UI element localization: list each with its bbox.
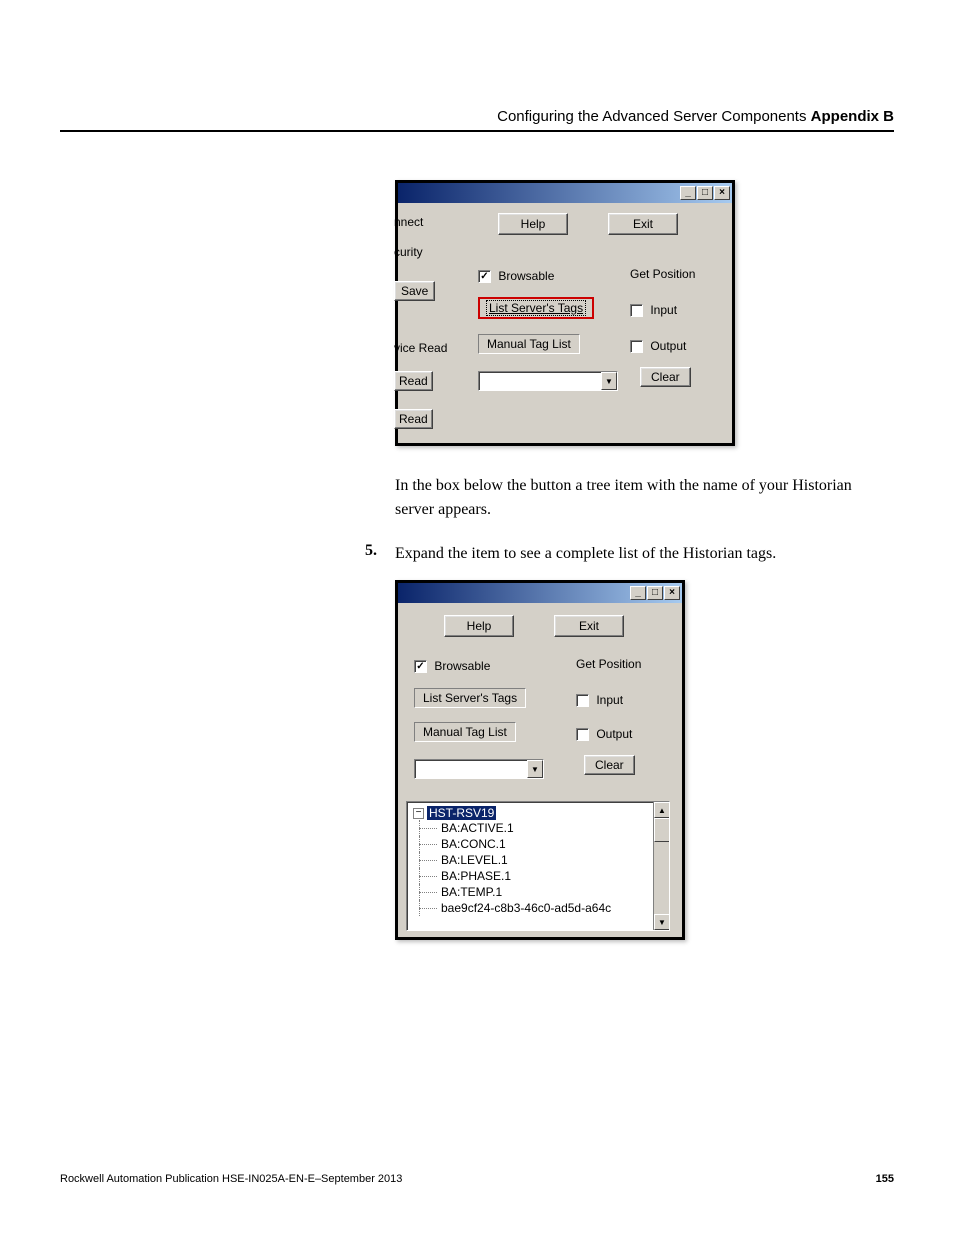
output-label: Output [650, 339, 686, 353]
tree-child[interactable]: BA:LEVEL.1 [409, 852, 667, 868]
paragraph-1: In the box below the button a tree item … [395, 474, 894, 522]
browsable-checkbox[interactable]: ✓ [478, 270, 491, 283]
tag-tree[interactable]: −HST-RSV19 BA:ACTIVE.1 BA:CONC.1 BA:LEVE… [406, 801, 670, 931]
combo-dropdown[interactable]: ▼ [478, 371, 618, 391]
minimize-button-2[interactable]: _ [630, 586, 646, 600]
window-titlebar: _ □ × [398, 183, 732, 203]
tree-child[interactable]: BA:ACTIVE.1 [409, 820, 667, 836]
maximize-button-2[interactable]: □ [647, 586, 663, 600]
input-label: Input [650, 303, 677, 317]
header-rule [60, 130, 894, 132]
step-5: 5. Expand the item to see a complete lis… [365, 542, 864, 566]
help-button[interactable]: Help [498, 213, 568, 235]
page-number: 155 [876, 1173, 894, 1185]
chevron-down-icon: ▼ [601, 372, 617, 390]
manual-tag-list-button-2[interactable]: Manual Tag List [414, 722, 516, 742]
manual-tag-list-button[interactable]: Manual Tag List [478, 334, 580, 354]
page-footer: Rockwell Automation Publication HSE-IN02… [60, 1173, 894, 1185]
output-label-2: Output [596, 727, 632, 741]
scroll-down-icon[interactable]: ▼ [654, 914, 670, 930]
screenshot-2: _ □ × Help Exit ✓ Browsable Get Position [395, 580, 685, 940]
minimize-button[interactable]: _ [680, 186, 696, 200]
get-position-label: Get Position [630, 267, 695, 281]
step-number: 5. [365, 542, 395, 566]
scrollbar[interactable]: ▲ ▼ [653, 802, 669, 930]
tree-child[interactable]: BA:PHASE.1 [409, 868, 667, 884]
read-button-1[interactable]: Read [394, 371, 433, 391]
close-button-2[interactable]: × [664, 586, 680, 600]
list-servers-tags-button-2[interactable]: List Server's Tags [414, 688, 526, 708]
browsable-label: Browsable [498, 269, 554, 283]
publication-info: Rockwell Automation Publication HSE-IN02… [60, 1173, 402, 1185]
read-button-2[interactable]: Read [394, 409, 433, 429]
clear-button-2[interactable]: Clear [584, 755, 635, 775]
save-button[interactable]: Save [394, 281, 435, 301]
screenshot-1: _ □ × nnect curity Save vice Read Read R… [395, 180, 735, 446]
input-label-2: Input [596, 693, 623, 707]
clear-button[interactable]: Clear [640, 367, 691, 387]
header-section: Configuring the Advanced Server Componen… [497, 108, 806, 125]
scroll-up-icon[interactable]: ▲ [654, 802, 670, 818]
fragment-curity: curity [394, 245, 423, 259]
exit-button[interactable]: Exit [608, 213, 678, 235]
header-appendix: Appendix B [811, 108, 894, 125]
get-position-label-2: Get Position [576, 657, 641, 671]
output-checkbox[interactable]: ✓ [630, 340, 643, 353]
browsable-label-2: Browsable [434, 659, 490, 673]
help-button-2[interactable]: Help [444, 615, 514, 637]
fragment-nnect: nnect [394, 215, 423, 229]
collapse-icon[interactable]: − [413, 808, 424, 819]
maximize-button[interactable]: □ [697, 186, 713, 200]
tree-child[interactable]: BA:TEMP.1 [409, 884, 667, 900]
exit-button-2[interactable]: Exit [554, 615, 624, 637]
tree-root-node[interactable]: HST-RSV19 [427, 806, 496, 820]
output-checkbox-2[interactable]: ✓ [576, 728, 589, 741]
list-servers-tags-button[interactable]: List Server's Tags [478, 297, 594, 319]
browsable-checkbox-2[interactable]: ✓ [414, 660, 427, 673]
close-button[interactable]: × [714, 186, 730, 200]
input-checkbox[interactable]: ✓ [630, 304, 643, 317]
tree-child[interactable]: bae9cf24-c8b3-46c0-ad5d-a64c [409, 900, 667, 916]
page-header: Configuring the Advanced Server Componen… [497, 108, 894, 125]
chevron-down-icon-2: ▼ [527, 760, 543, 778]
combo-dropdown-2[interactable]: ▼ [414, 759, 544, 779]
step-text: Expand the item to see a complete list o… [395, 542, 776, 566]
tree-child[interactable]: BA:CONC.1 [409, 836, 667, 852]
fragment-vice-read: vice Read [394, 341, 447, 355]
input-checkbox-2[interactable]: ✓ [576, 694, 589, 707]
window-titlebar-2: _ □ × [398, 583, 682, 603]
scroll-thumb[interactable] [654, 818, 670, 842]
